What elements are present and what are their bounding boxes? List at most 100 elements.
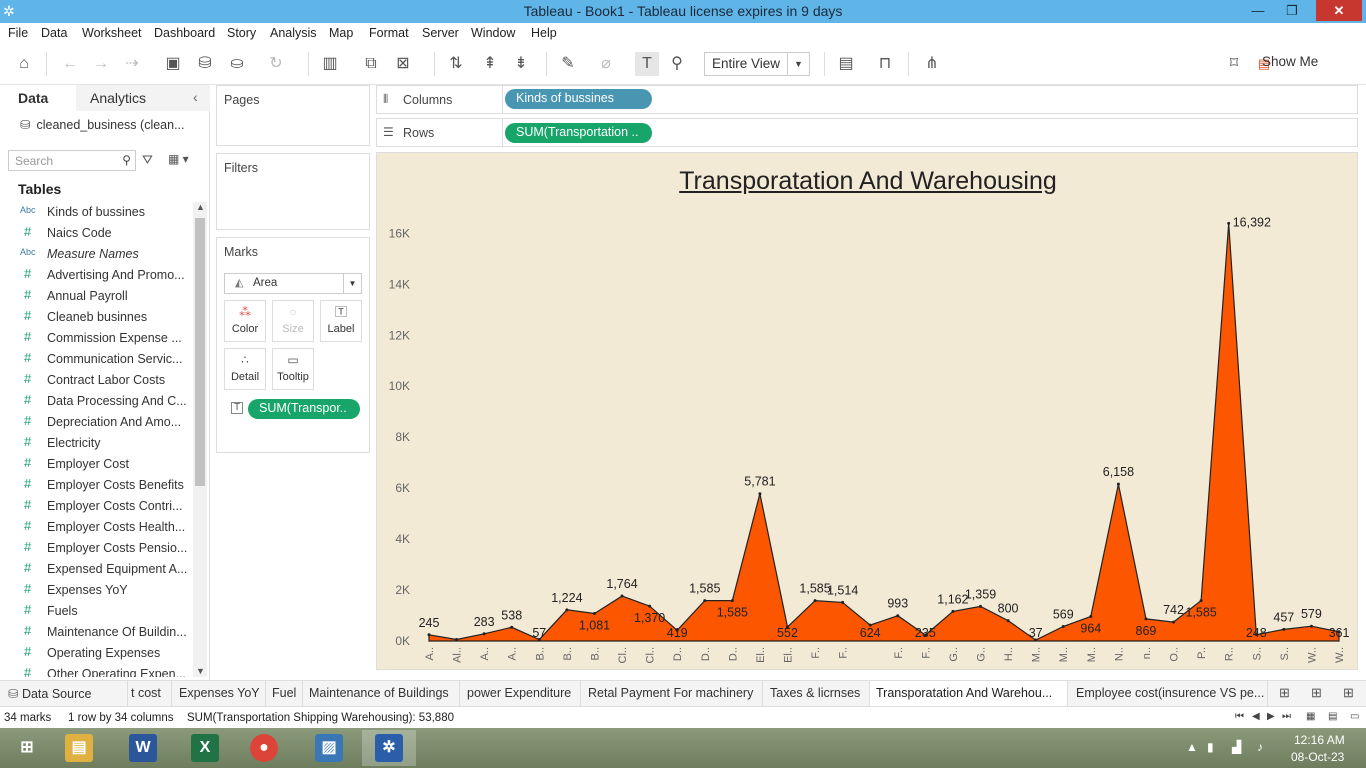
show-mark-labels-icon[interactable]: T	[635, 52, 659, 76]
detail-button[interactable]: ∴ Detail	[224, 348, 266, 390]
data-point[interactable]	[1006, 619, 1010, 623]
menu-window[interactable]: Window	[471, 26, 515, 40]
field-item[interactable]: # Expenses YoY	[0, 580, 193, 601]
start-button[interactable]: ⊞	[0, 730, 54, 766]
filters-card[interactable]: Filters	[216, 153, 370, 230]
data-point[interactable]	[1282, 627, 1286, 631]
view-options-icon[interactable]: ▦ ▾	[168, 152, 189, 166]
minimize-button[interactable]: —	[1244, 0, 1272, 21]
data-point[interactable]	[951, 609, 955, 613]
scroll-up-icon[interactable]: ▲	[196, 202, 205, 212]
data-point[interactable]	[841, 600, 845, 604]
swap-rows-columns-icon[interactable]: ⇅	[444, 52, 468, 76]
undo-icon[interactable]: ←	[58, 52, 82, 76]
size-button[interactable]: ○ Size	[272, 300, 314, 342]
filter-icon[interactable]: ⛛	[142, 152, 153, 168]
tab-data[interactable]: Data	[0, 85, 76, 111]
last-sheet-icon[interactable]: ⏭	[1282, 711, 1291, 722]
viz-canvas[interactable]: Transporatation And Warehousing 0K 2K 4K 6K…	[376, 152, 1358, 670]
data-point[interactable]	[730, 599, 734, 603]
field-item[interactable]: # Commission Expense ...	[0, 328, 193, 349]
data-point[interactable]	[703, 599, 707, 603]
save-icon[interactable]: ▣	[161, 52, 185, 76]
field-item[interactable]: Abc Measure Names	[0, 244, 193, 265]
taskbar-chrome[interactable]: ●	[237, 730, 291, 766]
next-sheet-icon[interactable]: ▶	[1267, 711, 1275, 722]
maximize-button[interactable]: ❐	[1278, 0, 1306, 21]
show-me-button[interactable]: Show Me	[1262, 54, 1318, 69]
volume-icon[interactable]: ♪	[1257, 740, 1263, 754]
sheet-tab[interactable]: power Expenditure	[460, 681, 581, 706]
data-point[interactable]	[758, 492, 762, 496]
menu-analysis[interactable]: Analysis	[270, 26, 317, 40]
data-point[interactable]	[979, 604, 983, 608]
sheet-tab[interactable]: Maintenance of Buildings	[303, 681, 460, 706]
datasource-item[interactable]: ⛁ cleaned_business (clean...	[20, 117, 185, 132]
taskbar-tableau[interactable]: ✲	[362, 730, 416, 766]
field-item[interactable]: # Advertising And Promo...	[0, 265, 193, 286]
area-series[interactable]	[428, 223, 1340, 642]
taskbar-explorer[interactable]: ▤	[52, 730, 106, 766]
field-item[interactable]: # Expensed Equipment A...	[0, 559, 193, 580]
data-point[interactable]	[1144, 617, 1148, 621]
field-item[interactable]: Abc Kinds of bussines	[0, 202, 193, 223]
first-sheet-icon[interactable]: ⏮	[1235, 711, 1244, 722]
new-datasource-icon[interactable]: ⛁	[193, 52, 217, 76]
fit-dropdown[interactable]: Entire View ▼	[704, 52, 810, 76]
clock-time[interactable]: 12:16 AM	[1294, 733, 1345, 747]
field-item[interactable]: # Communication Servic...	[0, 349, 193, 370]
data-point[interactable]	[1061, 625, 1065, 629]
rows-pill[interactable]: SUM(Transportation ..	[505, 123, 652, 143]
sort-ascending-icon[interactable]: ⇞	[478, 52, 502, 76]
tooltip-button[interactable]: ▭ Tooltip	[272, 348, 314, 390]
sheet-tab[interactable]: t cost	[128, 681, 172, 706]
data-point[interactable]	[1309, 624, 1313, 628]
new-worksheet-icon[interactable]: ▥	[318, 52, 342, 76]
tray-expand-icon[interactable]: ▲	[1186, 740, 1198, 754]
taskbar-word[interactable]: W	[116, 730, 170, 766]
battery-icon[interactable]: ▮	[1207, 740, 1214, 754]
sheet-tab[interactable]: Retal Payment For machinery	[581, 681, 763, 706]
field-item[interactable]: # Other Operating Expen...	[0, 664, 193, 677]
data-point[interactable]	[510, 625, 514, 629]
menu-help[interactable]: Help	[531, 26, 557, 40]
color-button[interactable]: ⁂ Color	[224, 300, 266, 342]
menu-data[interactable]: Data	[41, 26, 67, 40]
tabs-view-icon[interactable]: ▭	[1350, 711, 1359, 722]
replay-icon[interactable]: ⇢	[120, 52, 144, 76]
field-item[interactable]: # Contract Labor Costs	[0, 370, 193, 391]
new-story-icon[interactable]: ⊞	[1343, 685, 1354, 701]
menu-story[interactable]: Story	[227, 26, 256, 40]
search-input[interactable]: Search ⚲	[8, 150, 136, 171]
field-item[interactable]: # Annual Payroll	[0, 286, 193, 307]
menu-worksheet[interactable]: Worksheet	[82, 26, 142, 40]
pause-updates-icon[interactable]: ⛀	[225, 52, 249, 76]
sheet-tab-active[interactable]: Transporatation And Warehou...	[870, 681, 1068, 706]
data-point[interactable]	[620, 594, 624, 598]
menu-dashboard[interactable]: Dashboard	[154, 26, 215, 40]
fix-axes-icon[interactable]: ⚲	[665, 52, 689, 76]
sheet-tab[interactable]: Employee cost(insurence VS pe...	[1068, 681, 1268, 706]
refresh-icon[interactable]: ↻	[264, 52, 288, 76]
field-item[interactable]: # Employer Cost	[0, 454, 193, 475]
data-point[interactable]	[427, 633, 431, 637]
new-worksheet-icon[interactable]: ⊞	[1279, 685, 1290, 701]
group-members-icon[interactable]: ⌀	[594, 52, 618, 76]
duplicate-sheet-icon[interactable]: ⧉	[359, 52, 383, 76]
field-item[interactable]: # Maintenance Of Buildin...	[0, 622, 193, 643]
menu-server[interactable]: Server	[422, 26, 459, 40]
data-point[interactable]	[1172, 620, 1176, 624]
data-point[interactable]	[482, 632, 486, 636]
field-list-scrollbar[interactable]: ▲ ▼	[193, 202, 207, 677]
field-item[interactable]: # Employer Costs Health...	[0, 517, 193, 538]
data-source-tab[interactable]: ⛁ Data Source	[0, 681, 128, 706]
menu-map[interactable]: Map	[329, 26, 353, 40]
pages-card[interactable]: Pages	[216, 85, 370, 146]
sort-descending-icon[interactable]: ⇟	[509, 52, 533, 76]
data-point[interactable]	[455, 637, 459, 641]
taskbar-excel[interactable]: X	[178, 730, 232, 766]
redo-icon[interactable]: →	[89, 52, 113, 76]
label-button[interactable]: 🅃 Label	[320, 300, 362, 342]
close-button[interactable]: ✕	[1316, 0, 1362, 21]
format-workbook-icon[interactable]: ⌑	[1222, 52, 1246, 76]
